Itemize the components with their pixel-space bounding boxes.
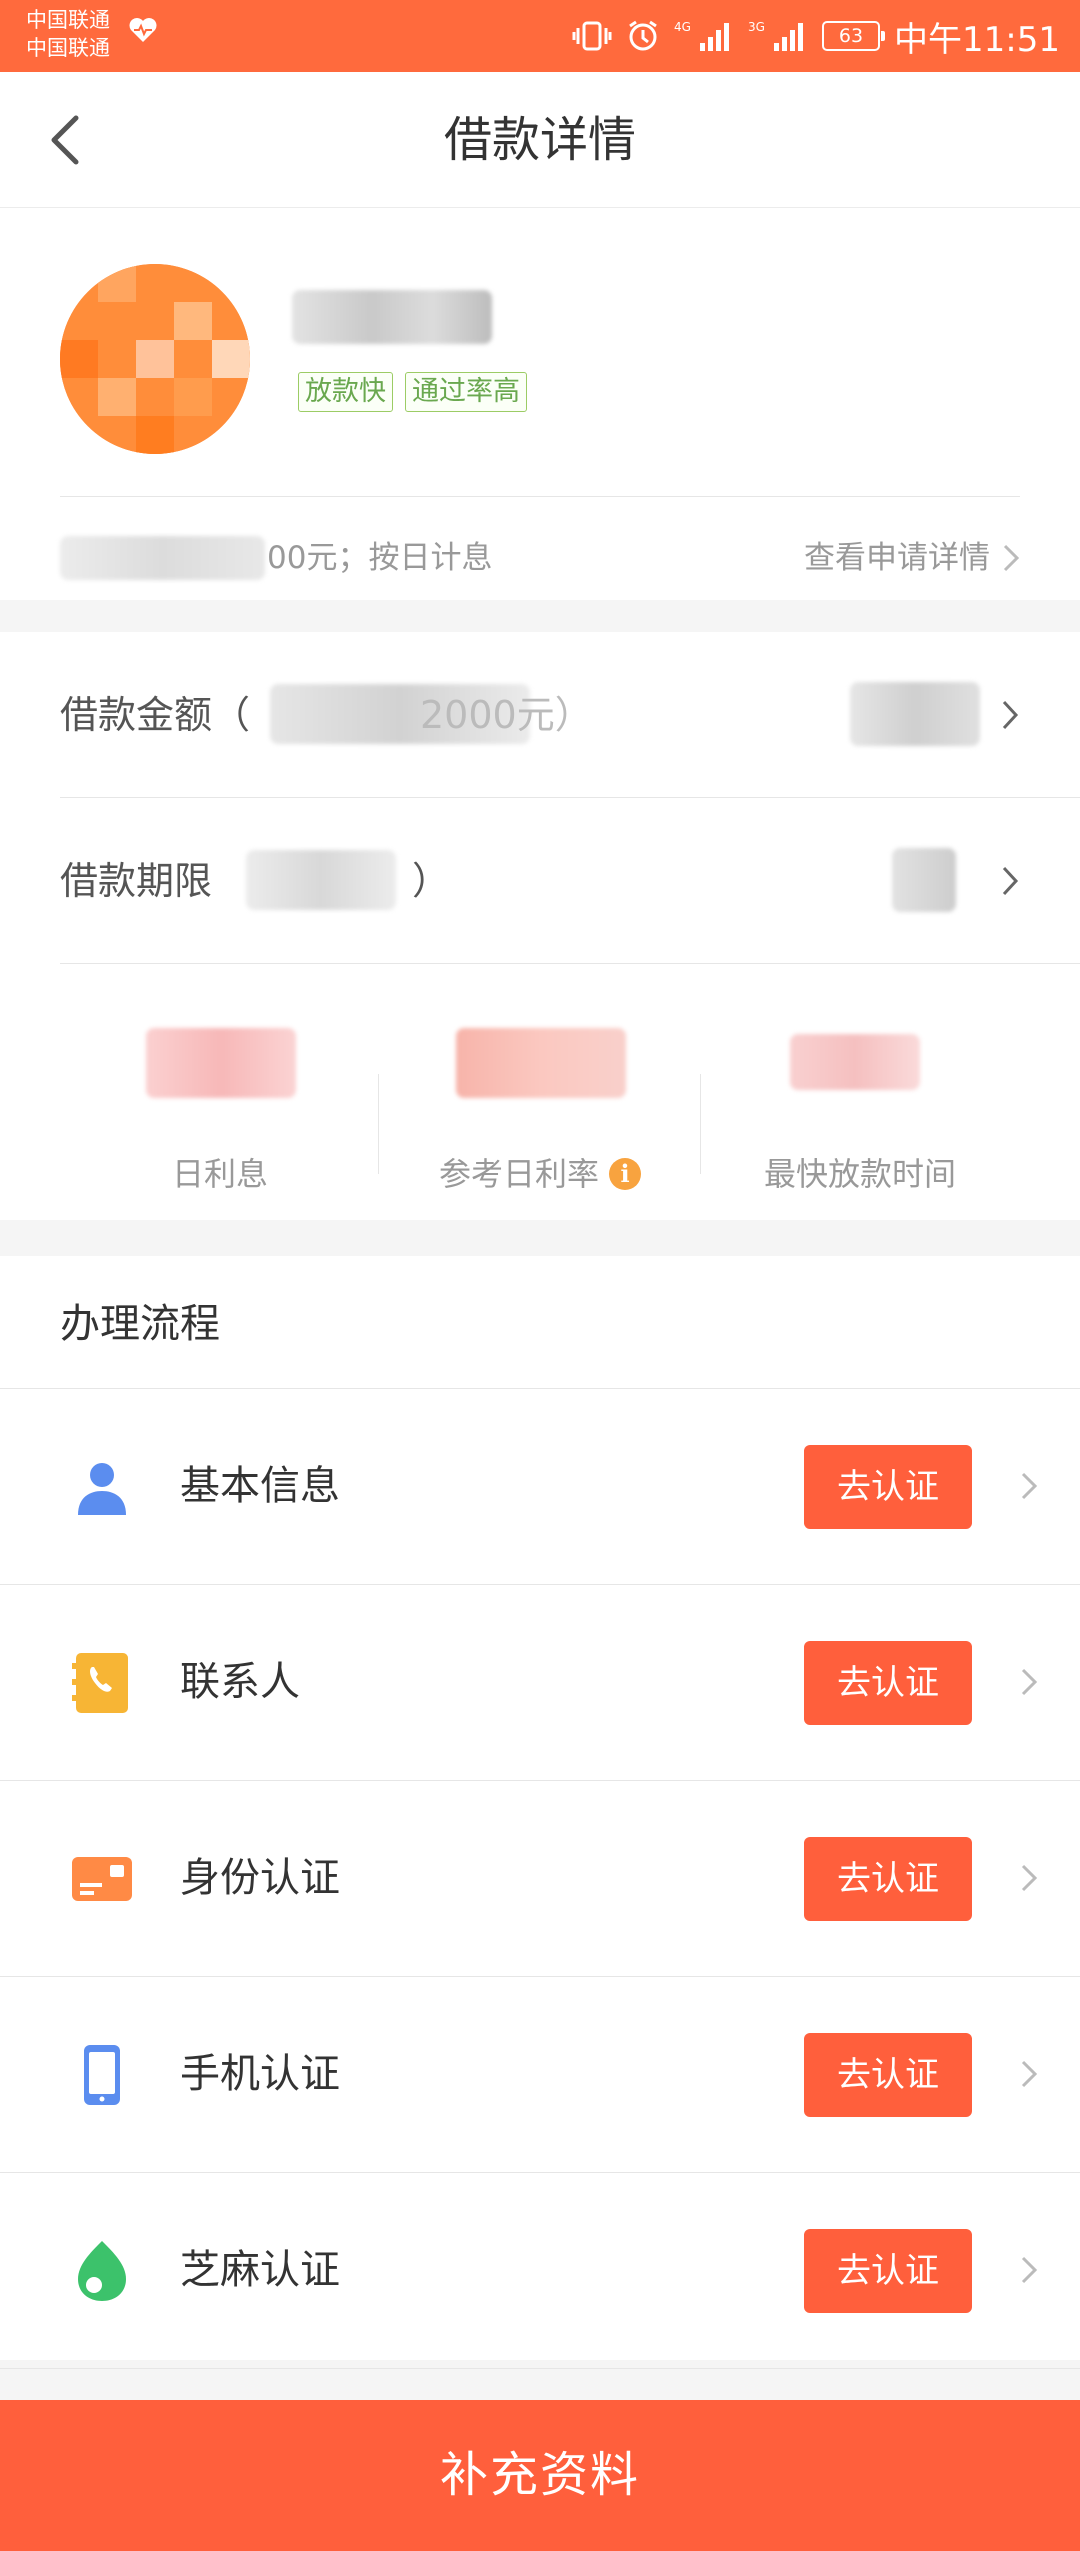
network-2-label: 3G <box>748 20 765 34</box>
loan-term-row[interactable]: 借款期限 ） <box>60 798 1080 964</box>
daily-interest-label-text: 日利息 <box>171 1155 268 1193</box>
clock: 中午11:51 <box>894 19 1060 60</box>
battery-icon: 63 <box>822 21 886 51</box>
chevron-right-icon <box>1021 1472 1038 1500</box>
view-application-detail-label: 查看申请详情 <box>804 540 990 576</box>
status-bar: 中国联通 中国联通 4G 3G 63 中午11:51 <box>0 0 1080 72</box>
chevron-right-icon <box>1002 700 1019 730</box>
chevron-right-icon <box>1002 866 1019 896</box>
supplement-info-button[interactable]: 补充资料 <box>0 2400 1080 2551</box>
verify-button[interactable]: 去认证 <box>804 1641 972 1725</box>
ref-daily-rate-value-redacted <box>456 1028 626 1098</box>
signal-icon-2: 3G <box>748 20 804 51</box>
carrier-1: 中国联通 <box>26 8 110 32</box>
id-card-icon <box>72 1857 132 1901</box>
chevron-right-icon <box>1021 1864 1038 1892</box>
daily-interest-label: 日利息 <box>50 1150 390 1198</box>
stat-fastest-loan-time: 最快放款时间 <box>690 964 1030 1220</box>
tag-fast-loan: 放款快 <box>298 372 393 412</box>
fastest-loan-time-label-text: 最快放款时间 <box>763 1155 956 1193</box>
signal-icon: 4G <box>674 20 730 51</box>
divider <box>60 496 1020 497</box>
heart-rate-icon <box>129 18 157 42</box>
stat-ref-daily-rate: 参考日利率 i <box>370 964 710 1220</box>
page-title: 借款详情 <box>443 112 636 168</box>
loan-amount-row[interactable]: 借款金额（ 2000元） <box>60 632 1080 798</box>
loan-term-value-redacted <box>892 848 956 912</box>
product-avatar <box>60 264 250 454</box>
step-contacts[interactable]: 联系人 去认证 <box>0 1585 1080 1781</box>
loan-params-card: 借款金额（ 2000元） 借款期限 ） 日利息 参考日利率 i 最快放款时间 <box>0 632 1080 1220</box>
carrier-2: 中国联通 <box>26 36 110 60</box>
stat-daily-interest: 日利息 <box>50 964 390 1220</box>
network-1-label: 4G <box>674 20 691 34</box>
verify-button[interactable]: 去认证 <box>804 1445 972 1529</box>
vibrate-icon <box>572 21 612 51</box>
info-icon[interactable]: i <box>609 1158 641 1190</box>
nav-bar: 借款详情 <box>0 72 1080 208</box>
step-basic-info[interactable]: 基本信息 去认证 <box>0 1389 1080 1585</box>
process-title: 办理流程 <box>60 1301 220 1347</box>
loan-amount-range-text: 2000元） <box>420 693 593 737</box>
loan-term-label: 借款期限 <box>60 859 213 903</box>
alarm-icon <box>629 20 657 51</box>
daily-interest-value-redacted <box>146 1028 296 1098</box>
amount-range-redacted <box>60 536 265 580</box>
amount-range: 00元；按日计息 <box>60 528 492 588</box>
ref-daily-rate-label: 参考日利率 i <box>370 1150 710 1198</box>
person-icon <box>78 1463 126 1515</box>
product-card: 放款快 通过率高 00元；按日计息 查看申请详情 <box>0 208 1080 600</box>
sesame-icon <box>78 2241 126 2301</box>
mobile-phone-icon <box>84 2045 120 2105</box>
step-label: 基本信息 <box>180 1463 340 1509</box>
loan-term-paren: ） <box>412 859 451 903</box>
status-icons: 4G 3G 63 中午11:51 <box>572 0 1060 72</box>
chevron-right-icon <box>1021 2256 1038 2284</box>
verify-button[interactable]: 去认证 <box>804 2229 972 2313</box>
step-mobile[interactable]: 手机认证 去认证 <box>0 1977 1080 2173</box>
step-label: 身份认证 <box>180 1855 340 1901</box>
ref-daily-rate-label-text: 参考日利率 <box>438 1155 599 1193</box>
view-application-detail-link[interactable]: 查看申请详情 <box>804 528 1020 588</box>
chevron-right-icon <box>1003 544 1020 572</box>
loan-stats: 日利息 参考日利率 i 最快放款时间 <box>0 964 1080 1220</box>
loan-amount-value-redacted <box>850 682 980 746</box>
fastest-loan-time-value-redacted <box>790 1034 920 1090</box>
step-label: 联系人 <box>180 1659 300 1705</box>
phone-book-icon <box>72 1653 128 1713</box>
loan-term-range-redacted <box>246 850 396 910</box>
product-name-redacted <box>292 290 492 344</box>
chevron-right-icon <box>1021 2060 1038 2088</box>
verify-button[interactable]: 去认证 <box>804 1837 972 1921</box>
loan-amount-label: 借款金额（ <box>60 693 251 737</box>
chevron-right-icon <box>1021 1668 1038 1696</box>
step-identity[interactable]: 身份认证 去认证 <box>0 1781 1080 1977</box>
step-sesame[interactable]: 芝麻认证 去认证 <box>0 2173 1080 2369</box>
verify-button[interactable]: 去认证 <box>804 2033 972 2117</box>
step-label: 手机认证 <box>180 2051 340 2097</box>
step-label: 芝麻认证 <box>180 2247 340 2293</box>
amount-range-text: 00元；按日计息 <box>267 540 493 576</box>
fastest-loan-time-label: 最快放款时间 <box>690 1150 1030 1198</box>
product-tags: 放款快 通过率高 <box>298 372 527 412</box>
tag-high-pass-rate: 通过率高 <box>405 372 527 412</box>
carrier-labels: 中国联通 中国联通 <box>26 6 110 62</box>
process-section: 办理流程 基本信息 去认证 联系人 去认证 身份认证 去认证 手机认证 去认证 … <box>0 1256 1080 2369</box>
